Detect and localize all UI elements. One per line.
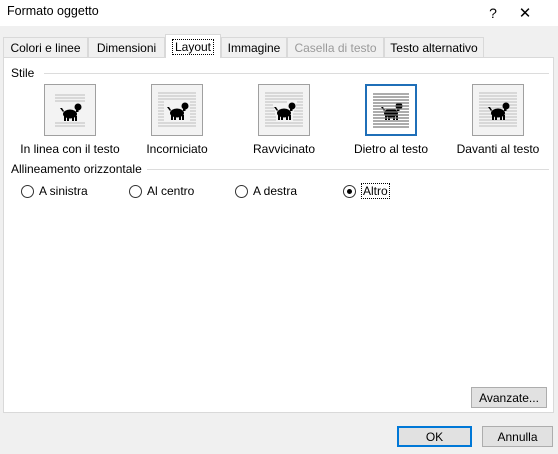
tab-label: Layout [171, 38, 215, 55]
radio-button[interactable] [235, 184, 248, 198]
group-divider [147, 169, 549, 170]
align-group-title: Allineamento orizzontale [11, 162, 146, 176]
radio-button[interactable] [343, 184, 356, 198]
title-bar: Formato oggetto ? ✕ [0, 0, 558, 26]
tab-testo-alternativo[interactable]: Testo alternativo [384, 37, 484, 57]
wrap-option-label: Ravvicinato [252, 142, 316, 156]
align-left-radio[interactable]: A sinistra [21, 183, 88, 199]
square-wrap-icon [151, 84, 203, 136]
cancel-button[interactable]: Annulla [482, 426, 553, 447]
layout-panel: Stile In linea con il testo Incorniciato… [3, 57, 554, 413]
tab-dimensioni[interactable]: Dimensioni [88, 37, 165, 57]
radio-label: Altro [361, 183, 390, 199]
align-other-radio[interactable]: Altro [343, 183, 390, 199]
tab-immagine[interactable]: Immagine [221, 37, 287, 57]
close-button[interactable]: ✕ [509, 0, 541, 26]
tight-wrap-icon [258, 84, 310, 136]
dialog-title: Formato oggetto [7, 4, 99, 18]
wrap-option-square[interactable]: Incorniciato [122, 84, 232, 164]
tab-layout[interactable]: Layout [165, 34, 221, 58]
tab-label: Immagine [227, 40, 281, 55]
align-center-radio[interactable]: Al centro [129, 183, 194, 199]
align-right-radio[interactable]: A destra [235, 183, 297, 199]
radio-button[interactable] [21, 184, 34, 198]
wrap-option-label: In linea con il testo [20, 142, 120, 156]
help-button[interactable]: ? [477, 0, 509, 26]
tab-strip: Colori e linee Dimensioni Layout Immagin… [3, 34, 555, 58]
wrap-option-label: Incorniciato [146, 142, 208, 156]
wrap-option-label: Dietro al testo [353, 142, 429, 156]
tab-colori-e-linee[interactable]: Colori e linee [3, 37, 88, 57]
tab-label: Testo alternativo [390, 40, 478, 55]
tab-label: Colori e linee [10, 40, 81, 55]
tab-label: Casella di testo [294, 40, 377, 55]
wrap-option-inline[interactable]: In linea con il testo [15, 84, 125, 164]
wrap-option-behind[interactable]: Dietro al testo [336, 84, 446, 164]
inline-wrap-icon [44, 84, 96, 136]
in-front-text-icon [472, 84, 524, 136]
behind-text-icon [365, 84, 417, 136]
radio-button[interactable] [129, 184, 142, 198]
advanced-button[interactable]: Avanzate... [471, 387, 547, 408]
wrap-option-label: Davanti al testo [456, 142, 540, 156]
radio-label: A destra [253, 184, 298, 198]
radio-label: Al centro [147, 184, 195, 198]
group-divider [44, 73, 549, 74]
ok-button[interactable]: OK [397, 426, 472, 447]
radio-label: A sinistra [39, 184, 88, 198]
tab-label: Dimensioni [96, 40, 157, 55]
style-group-title: Stile [11, 66, 39, 80]
wrap-option-in-front[interactable]: Davanti al testo [443, 84, 553, 164]
wrap-option-tight[interactable]: Ravvicinato [229, 84, 339, 164]
tab-casella-di-testo: Casella di testo [287, 37, 384, 57]
